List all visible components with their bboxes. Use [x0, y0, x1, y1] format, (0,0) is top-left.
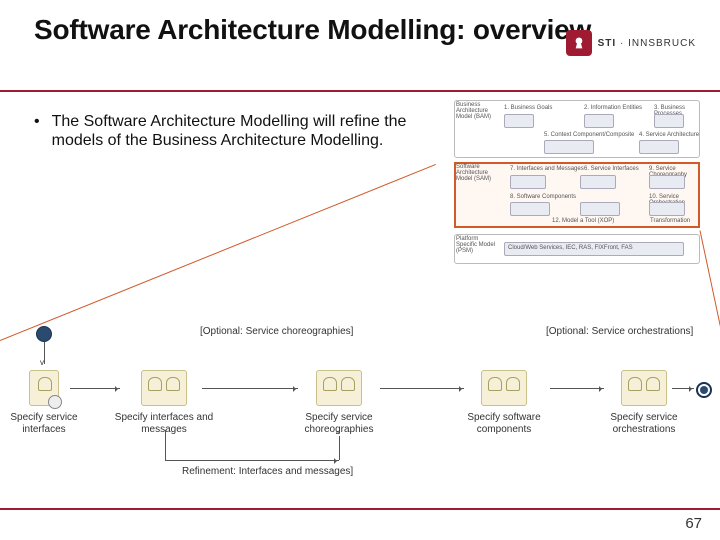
diagram-b6: 6. Service Interfaces [584, 166, 639, 172]
workflow-step-4: Specify software components [450, 412, 558, 435]
activity-icon [621, 370, 667, 406]
activity-icon [481, 370, 527, 406]
arrow-right-icon [672, 388, 694, 389]
branch-marker: v [40, 358, 44, 367]
bullet-text: The Software Architecture Modelling will… [52, 112, 414, 150]
architecture-diagram: Business Architecture Model (BAM) 1. Bus… [454, 100, 702, 268]
workflow-note-bottom: Refinement: Interfaces and messages] [182, 466, 353, 477]
logo-name: STI [598, 38, 617, 49]
title-rule [0, 90, 720, 92]
diagram-group1-label: Business Architecture Model (BAM) [456, 102, 496, 120]
arrow-right-icon [380, 388, 464, 389]
diagram-b8: 8. Software Components [510, 194, 576, 200]
arrow-right-icon [70, 388, 120, 389]
footer-rule [0, 508, 720, 510]
diagram-b11: 12. Model a Tool (XOP) [552, 218, 614, 224]
workflow-end-icon [696, 382, 712, 398]
diagram-group3-label: Platform Specific Model (PSM) [456, 236, 496, 254]
callout-line-left [0, 164, 436, 341]
diagram-b12: Transformation [650, 218, 690, 224]
arrow-right-icon [550, 388, 604, 389]
arrow-right-icon [165, 460, 339, 461]
workflow-step-5: Specify service orchestrations [590, 412, 698, 435]
workflow-step-1: Specify service interfaces [0, 412, 98, 435]
diagram-b1: 1. Business Goals [504, 105, 552, 111]
workflow-start-icon [36, 326, 52, 342]
diagram-psm: Cloud/Web Services, IEC, RAS, FIXFront, … [508, 245, 633, 251]
workflow-note-left: [Optional: Service choreographies] [200, 326, 353, 337]
activity-icon [29, 370, 59, 406]
arrow-right-icon [202, 388, 298, 389]
workflow-step-2: Specify interfaces and messages [110, 412, 218, 435]
logo-mark-icon [566, 30, 592, 56]
arrow-down-icon [165, 430, 166, 460]
logo-suffix: INNSBRUCK [628, 38, 696, 49]
activity-icon [316, 370, 362, 406]
workflow-diagram: v [Optional: Service choreographies] [Op… [0, 326, 720, 486]
diagram-group2-label: Software Architecture Model (SAM) [456, 164, 496, 182]
logo-text: STI · INNSBRUCK [598, 38, 696, 49]
arrow-down-icon [44, 342, 45, 364]
page-number: 67 [685, 515, 702, 532]
workflow-note-right: [Optional: Service orchestrations] [546, 326, 693, 337]
diagram-b7: 7. Interfaces and Messages [510, 166, 584, 172]
diagram-b2: 2. Information Entities [584, 105, 642, 111]
bullet-marker: • [34, 112, 40, 150]
diagram-b4: 4. Service Architecture [639, 132, 699, 138]
diagram-b5: 5. Context Component/Composite [544, 132, 634, 138]
activity-icon [141, 370, 187, 406]
logo: STI · INNSBRUCK [566, 30, 696, 56]
arrow-up-icon [339, 436, 340, 460]
main-bullet: • The Software Architecture Modelling wi… [34, 112, 414, 150]
